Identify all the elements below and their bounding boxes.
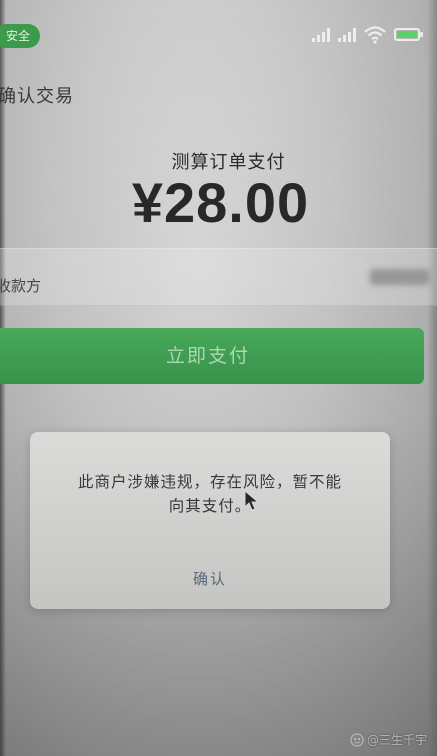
signal-icon — [312, 28, 332, 42]
payment-amount: ¥28.00 — [131, 171, 310, 234]
battery-icon — [394, 28, 423, 41]
dialog-message: 此商户涉嫌违规，存在风险，暂不能 向其支付。 — [52, 470, 368, 518]
payee-row[interactable]: 收款方 — [0, 248, 437, 306]
watermark: @三生千宇 — [350, 731, 427, 748]
page-title: 确认交易 — [0, 86, 74, 107]
signal-icon — [338, 28, 358, 42]
payee-name-blurred — [370, 269, 430, 285]
phone-photo: 安全 确认交易 测算订单支付 ¥28.00 收款方 立即支付 此商户涉嫌违规，存… — [0, 0, 437, 756]
dialog-message-line: 此商户涉嫌违规，存在风险，暂不能 — [77, 473, 342, 491]
status-bar: 安全 — [0, 20, 437, 50]
payee-label: 收款方 — [0, 277, 42, 295]
photo-edge — [427, 0, 437, 756]
cursor-icon — [244, 490, 260, 511]
dialog-confirm-button[interactable]: 确认 — [30, 568, 390, 589]
watermark-text: @三生千宇 — [366, 733, 427, 747]
battery-level — [397, 31, 417, 38]
risk-alert-dialog: 此商户涉嫌违规，存在风险，暂不能 向其支付。 确认 — [30, 432, 390, 609]
watermark-logo-icon — [350, 732, 364, 747]
secure-badge: 安全 — [0, 24, 41, 48]
wifi-icon — [364, 26, 386, 44]
pay-now-button[interactable]: 立即支付 — [0, 328, 424, 384]
dialog-message-line: 向其支付。 — [168, 497, 252, 515]
